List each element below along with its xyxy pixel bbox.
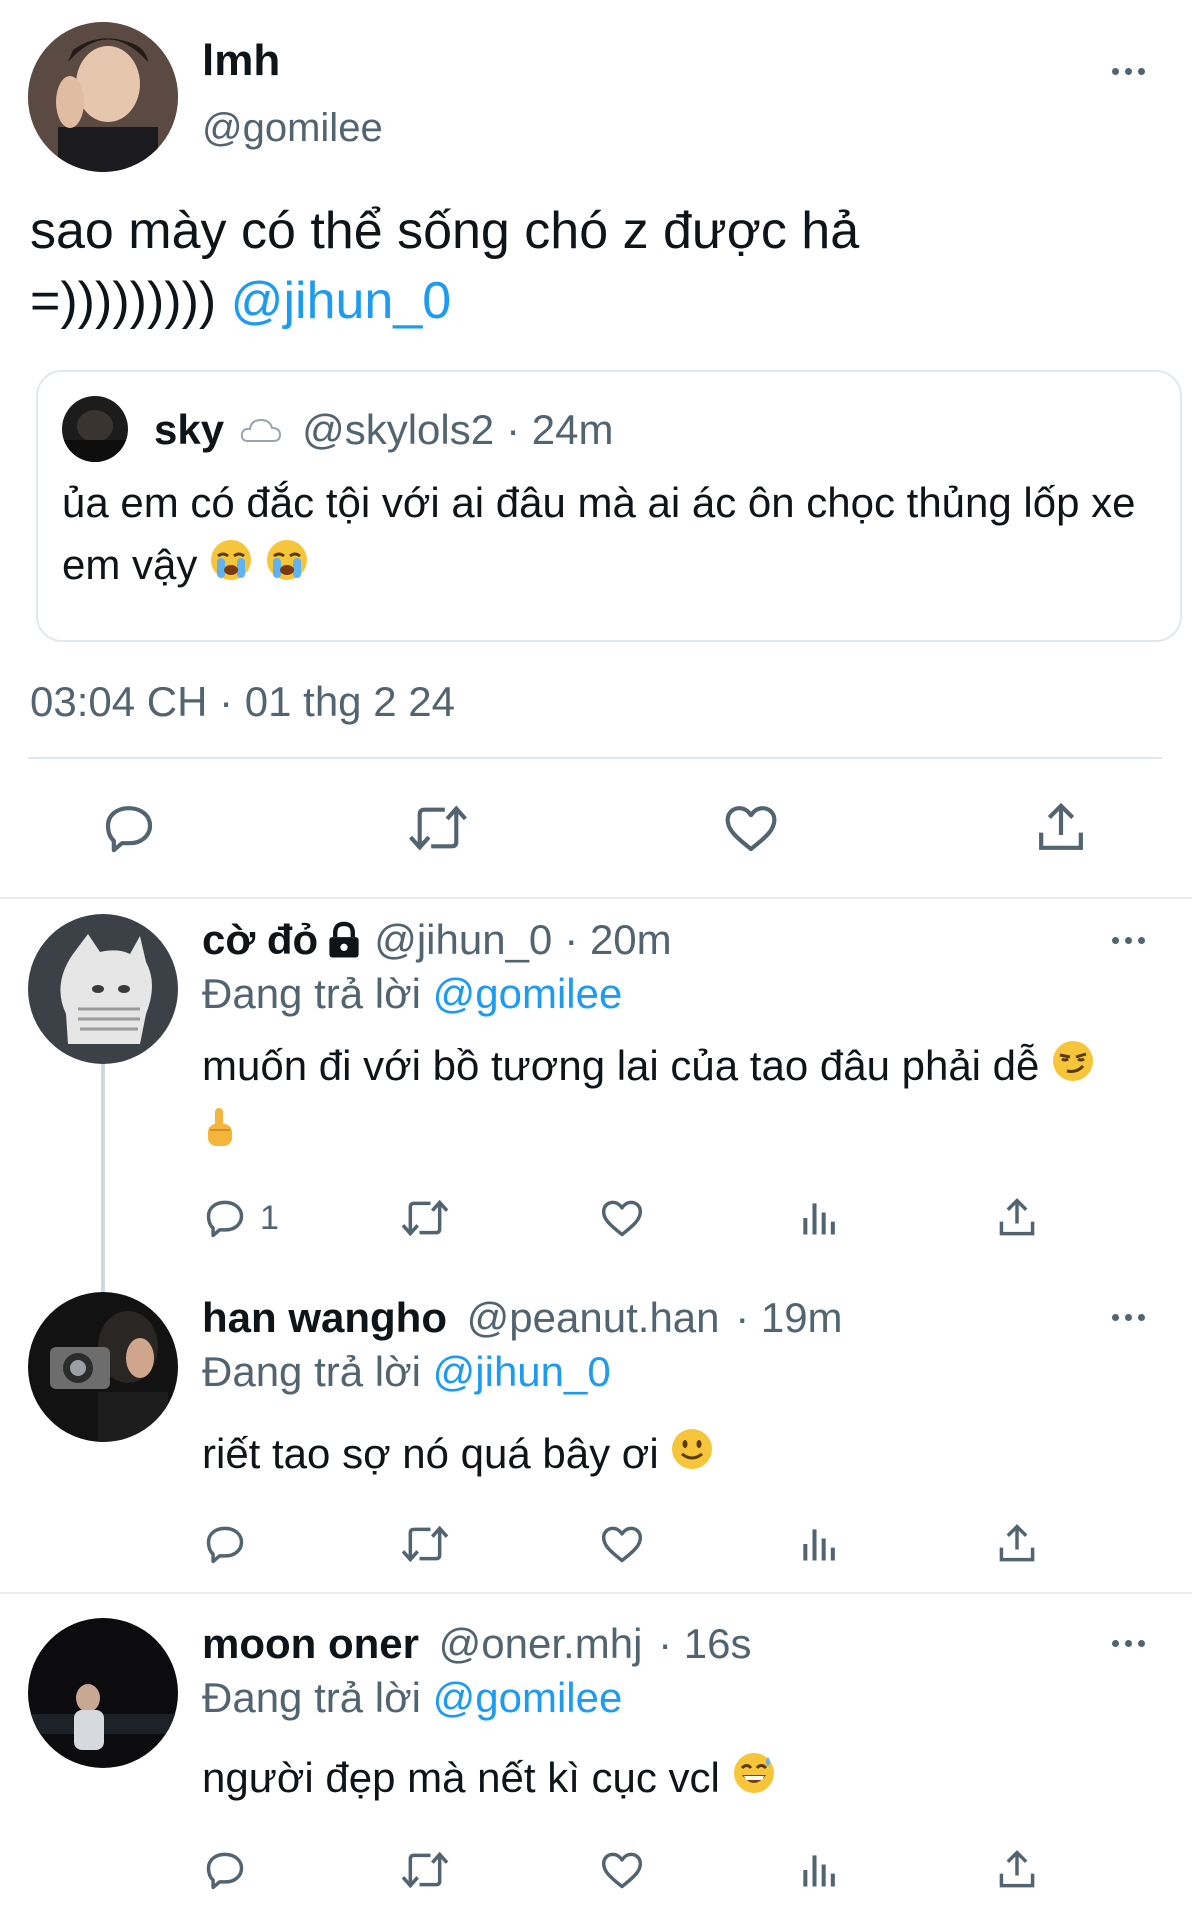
reply-body: muốn đi với bồ tương lai của tao đâu phả… xyxy=(202,1042,1040,1089)
replying-to: Đang trả lời @jihun_0 xyxy=(202,1348,611,1396)
reply-icon[interactable] xyxy=(202,1522,248,1566)
retweet-icon[interactable] xyxy=(398,1522,452,1566)
section-divider xyxy=(0,897,1192,899)
more-icon[interactable] xyxy=(1112,1314,1145,1321)
tweet-text: sao mày có thể sống chó z được hả =)))))… xyxy=(30,196,1030,336)
display-name[interactable]: cờ đỏ xyxy=(202,916,318,964)
handle: @skylols2 xyxy=(302,406,495,453)
replying-label: Đang trả lời xyxy=(202,970,421,1017)
like-icon[interactable] xyxy=(598,1848,646,1892)
timestamp: · 16s xyxy=(658,1620,752,1667)
share-icon[interactable] xyxy=(1032,800,1090,856)
views-icon[interactable] xyxy=(798,1196,842,1240)
quoted-text: ủa em có đắc tội với ai đâu mà ai ác ôn … xyxy=(62,472,1152,599)
timestamp: · 24m xyxy=(506,406,614,453)
replying-label: Đang trả lời xyxy=(202,1348,421,1395)
tweet-timestamp[interactable]: 03:04 CH · 01 thg 2 24 xyxy=(30,678,455,726)
replying-to: Đang trả lời @gomilee xyxy=(202,1674,622,1722)
retweet-icon[interactable] xyxy=(398,1196,452,1240)
share-icon[interactable] xyxy=(994,1196,1040,1240)
display-name[interactable]: han wangho xyxy=(202,1294,447,1341)
smirk-face-icon xyxy=(1051,1037,1095,1101)
divider xyxy=(28,757,1162,759)
crying-face-icon xyxy=(209,537,253,599)
avatar xyxy=(62,396,128,462)
reply-icon[interactable] xyxy=(100,800,158,856)
mention-link[interactable]: @jihun_0 xyxy=(433,1348,611,1395)
timestamp: · 20m xyxy=(564,916,672,963)
more-icon[interactable] xyxy=(1112,937,1145,944)
hand-gesture-icon xyxy=(202,1104,236,1168)
avatar[interactable] xyxy=(28,914,178,1064)
more-icon[interactable] xyxy=(1112,1640,1145,1647)
avatar[interactable] xyxy=(28,22,178,172)
like-icon[interactable] xyxy=(598,1522,646,1566)
replying-to: Đang trả lời @gomilee xyxy=(202,970,622,1018)
reply-text: muốn đi với bồ tương lai của tao đâu phả… xyxy=(202,1034,1142,1168)
sweat-smile-icon xyxy=(732,1749,776,1813)
reply-header: cờ đỏ @jihun_0 · 20m xyxy=(202,916,672,964)
handle[interactable]: @peanut.han xyxy=(467,1294,720,1341)
quoted-tweet[interactable]: sky @skylols2 · 24m ủa em có đắc tội với… xyxy=(36,370,1182,642)
share-icon[interactable] xyxy=(994,1522,1040,1566)
reply-body: riết tao sợ nó quá bây ơi xyxy=(202,1430,659,1477)
replying-label: Đang trả lời xyxy=(202,1674,421,1721)
section-divider xyxy=(0,1592,1192,1594)
quoted-header: sky @skylols2 · 24m xyxy=(154,406,613,454)
mention-link[interactable]: @gomilee xyxy=(433,970,623,1017)
mention-link[interactable]: @gomilee xyxy=(433,1674,623,1721)
retweet-icon[interactable] xyxy=(406,800,470,856)
mention-link[interactable]: @jihun_0 xyxy=(231,272,452,330)
reply-header: moon oner @oner.mhj · 16s xyxy=(202,1620,751,1668)
more-icon[interactable] xyxy=(1112,68,1145,75)
like-icon[interactable] xyxy=(598,1196,646,1240)
timestamp: · 19m xyxy=(735,1294,843,1341)
reply-icon[interactable] xyxy=(202,1848,248,1892)
slight-smile-icon xyxy=(670,1425,714,1489)
cloud-icon xyxy=(240,417,282,443)
reply-text: người đẹp mà nết kì cục vcl xyxy=(202,1746,1142,1813)
display-name[interactable]: lmh xyxy=(202,36,280,86)
handle[interactable]: @jihun_0 xyxy=(374,916,552,964)
thread-line xyxy=(101,1064,105,1296)
avatar[interactable] xyxy=(28,1618,178,1768)
display-name: sky xyxy=(154,406,225,453)
retweet-icon[interactable] xyxy=(398,1848,452,1892)
lock-icon xyxy=(326,921,362,959)
like-icon[interactable] xyxy=(722,800,780,856)
reply-header: han wangho @peanut.han · 19m xyxy=(202,1294,843,1342)
views-icon[interactable] xyxy=(798,1848,842,1892)
reply-icon[interactable]: 1 xyxy=(202,1196,279,1240)
handle[interactable]: @gomilee xyxy=(202,106,383,151)
handle[interactable]: @oner.mhj xyxy=(439,1620,643,1667)
views-icon[interactable] xyxy=(798,1522,842,1566)
display-name[interactable]: moon oner xyxy=(202,1620,419,1667)
reply-body: người đẹp mà nết kì cục vcl xyxy=(202,1754,720,1801)
crying-face-icon xyxy=(265,537,309,599)
share-icon[interactable] xyxy=(994,1848,1040,1892)
reply-text: riết tao sợ nó quá bây ơi xyxy=(202,1422,1142,1489)
reply-count: 1 xyxy=(260,1198,279,1237)
avatar[interactable] xyxy=(28,1292,178,1442)
